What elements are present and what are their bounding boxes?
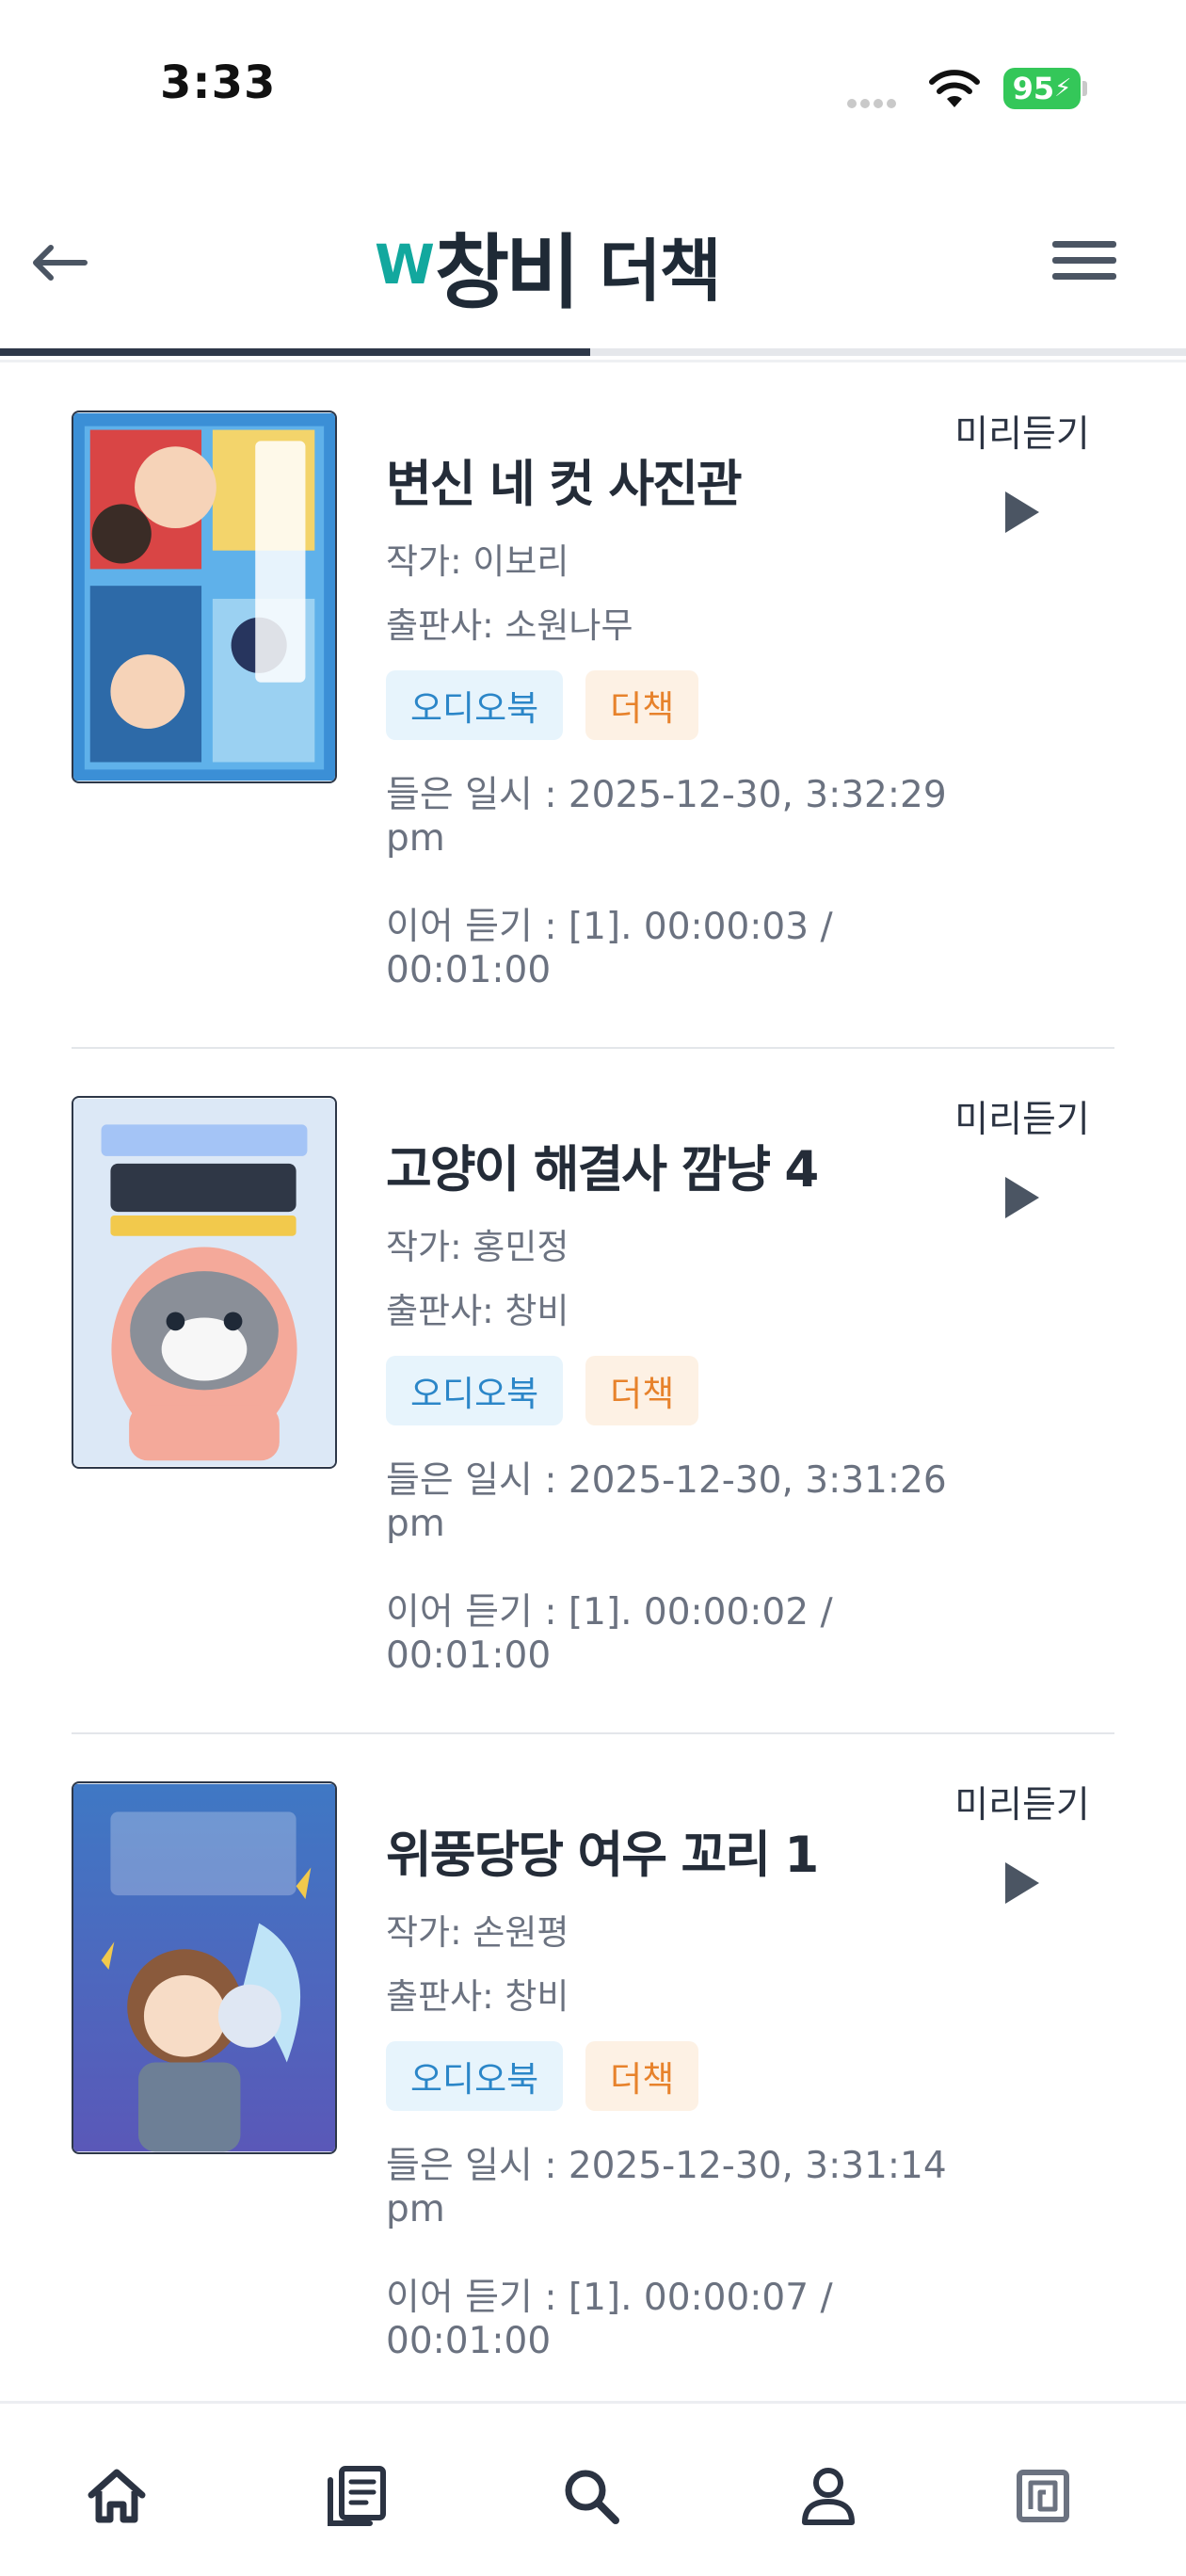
listened-at: 들은 일시 : 2025-12-30, 3:32:29 pm — [386, 774, 947, 860]
history-list: 변신 네 컷 사진관 작가: 이보리 출판사: 소원나무 오디오북 더책 들은 … — [0, 363, 1186, 2401]
preview-button[interactable]: 미리듣기 — [939, 1090, 1105, 1218]
list-item[interactable]: 고양이 해결사 깜냥 4 작가: 홍민정 출판사: 창비 오디오북 더책 들은 … — [72, 1049, 1114, 1734]
logo-mark: W — [375, 233, 435, 297]
book-tags: 오디오북 더책 — [386, 2041, 699, 2111]
book-author: 작가: 홍민정 — [386, 1227, 569, 1267]
thechaek-tag: 더책 — [585, 2041, 699, 2111]
hamburger-menu-button[interactable] — [1052, 241, 1116, 286]
preview-label: 미리듣기 — [954, 1099, 1090, 1141]
audiobook-tag: 오디오북 — [386, 1356, 564, 1425]
book-cover-image — [73, 1783, 335, 2152]
battery-tip — [1082, 81, 1087, 96]
charging-bolt-icon: ⚡ — [1054, 74, 1072, 103]
battery-level: 95 — [1012, 71, 1055, 106]
preview-label: 미리듣기 — [954, 413, 1090, 456]
cellular-signal-icon — [847, 94, 900, 112]
logo-subtitle: 더책 — [599, 231, 721, 311]
play-icon — [1005, 1862, 1039, 1904]
book-tags: 오디오북 더책 — [386, 1356, 699, 1425]
book-title[interactable]: 위풍당당 여우 꼬리 1 — [386, 1815, 819, 1887]
back-button[interactable] — [26, 233, 92, 292]
menu-line — [1052, 273, 1116, 280]
tab-search[interactable] — [553, 2458, 629, 2534]
preview-button[interactable]: 미리듣기 — [939, 405, 1105, 533]
book-author: 작가: 손원평 — [386, 1912, 569, 1953]
play-icon — [1005, 1177, 1039, 1218]
profile-icon — [802, 2468, 855, 2525]
book-cover[interactable] — [72, 411, 337, 783]
tab-profile[interactable] — [791, 2458, 866, 2534]
book-publisher: 출판사: 창비 — [386, 1976, 569, 2017]
storage-icon — [1017, 2470, 1069, 2522]
book-author: 작가: 이보리 — [386, 541, 569, 582]
listened-at: 들은 일시 : 2025-12-30, 3:31:26 pm — [386, 1459, 947, 1545]
book-cover[interactable] — [72, 1096, 337, 1469]
header-divider — [0, 360, 1186, 362]
app-logo[interactable]: W 창비 더책 — [375, 203, 722, 326]
status-time: 3:33 — [160, 56, 277, 109]
preview-label: 미리듣기 — [954, 1784, 1090, 1827]
audiobook-tag: 오디오북 — [386, 670, 564, 740]
menu-line — [1052, 241, 1116, 248]
header-progress-track — [0, 348, 1186, 356]
tab-home[interactable] — [79, 2458, 154, 2534]
book-tags: 오디오북 더책 — [386, 670, 699, 740]
play-icon — [1005, 491, 1039, 533]
search-icon — [565, 2470, 619, 2524]
book-publisher: 출판사: 소원나무 — [386, 605, 633, 646]
status-bar: 3:33 95 ⚡ — [0, 0, 1186, 169]
book-cover[interactable] — [72, 1781, 337, 2154]
home-icon — [88, 2469, 146, 2523]
tab-storage[interactable] — [1005, 2458, 1081, 2534]
arrow-left-icon — [33, 245, 88, 281]
book-title[interactable]: 변신 네 컷 사진관 — [386, 444, 743, 516]
audiobook-tag: 오디오북 — [386, 2041, 564, 2111]
tab-library[interactable] — [318, 2458, 393, 2534]
book-title[interactable]: 고양이 해결사 깜냥 4 — [386, 1130, 819, 1201]
logo-brand: 창비 — [434, 225, 580, 320]
book-cover-image — [73, 412, 335, 781]
resume-position[interactable]: 이어 듣기 : [1]. 00:00:03 / 00:01:00 — [386, 906, 1007, 992]
bottom-tab-bar — [0, 2401, 1186, 2576]
thechaek-tag: 더책 — [585, 670, 699, 740]
listened-at: 들은 일시 : 2025-12-30, 3:31:14 pm — [386, 2145, 947, 2230]
list-item[interactable]: 변신 네 컷 사진관 작가: 이보리 출판사: 소원나무 오디오북 더책 들은 … — [72, 363, 1114, 1049]
book-cover-image — [73, 1098, 335, 1467]
resume-position[interactable]: 이어 듣기 : [1]. 00:00:07 / 00:01:00 — [386, 2277, 1007, 2363]
wifi-icon — [929, 70, 980, 107]
app-header: W 창비 더책 — [0, 188, 1186, 350]
preview-button[interactable]: 미리듣기 — [939, 1776, 1105, 1904]
book-publisher: 출판사: 창비 — [386, 1291, 569, 1331]
menu-line — [1052, 257, 1116, 264]
header-progress-fill — [0, 348, 591, 356]
list-item[interactable]: 위풍당당 여우 꼬리 1 작가: 손원평 출판사: 창비 오디오북 더책 들은 … — [72, 1734, 1114, 2401]
battery-indicator: 95 ⚡ — [1003, 68, 1081, 109]
resume-position[interactable]: 이어 듣기 : [1]. 00:00:02 / 00:01:00 — [386, 1591, 1007, 1678]
thechaek-tag: 더책 — [585, 1356, 699, 1425]
library-icon — [328, 2466, 386, 2526]
